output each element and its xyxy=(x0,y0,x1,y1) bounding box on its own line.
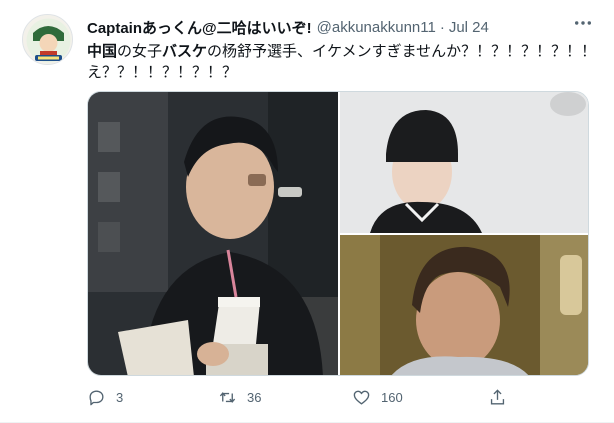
tweet-text-bold-1: 中国 xyxy=(87,43,118,60)
share-button[interactable] xyxy=(488,385,517,409)
author-handle[interactable]: @akkunakkunn11 xyxy=(317,19,436,36)
retweet-icon xyxy=(219,391,236,403)
like-count: 160 xyxy=(381,389,403,405)
tweet-text-bold-3: バスケ xyxy=(162,43,208,60)
photo-2-image xyxy=(340,92,588,233)
share-icon xyxy=(490,388,505,405)
more-icon xyxy=(574,21,592,25)
photo-1-image xyxy=(88,92,338,375)
photo-1[interactable] xyxy=(88,92,338,375)
tweet-card[interactable]: Captainあっくん@二哈はいいぞ! @akkunakkunn11 · Jul… xyxy=(0,0,614,423)
tweet-text: 中国の女子バスケの杨舒予選手、イケメンすぎませんか？！？！？！？！！え？？！！？… xyxy=(87,41,597,83)
more-options-button[interactable] xyxy=(569,13,597,33)
photo-3-image xyxy=(340,235,588,375)
tweet-timestamp[interactable]: Jul 24 xyxy=(449,19,489,36)
retweet-button[interactable]: 36 xyxy=(218,385,261,409)
reply-count: 3 xyxy=(116,389,124,405)
avatar-image xyxy=(23,15,72,64)
reply-icon xyxy=(89,389,104,405)
heart-icon xyxy=(353,390,370,405)
retweet-count: 36 xyxy=(247,389,262,405)
separator-dot: · xyxy=(439,18,445,36)
photo-2[interactable] xyxy=(340,92,588,233)
author-name[interactable]: Captainあっくん@二哈はいいぞ! xyxy=(87,17,312,38)
photo-3[interactable] xyxy=(340,235,588,375)
tweet-text-part-2: の女子 xyxy=(117,43,163,60)
tweet-header: Captainあっくん@二哈はいいぞ! @akkunakkunn11 · Jul… xyxy=(87,16,574,38)
tweet-actions: 3 36 160 xyxy=(87,385,527,409)
media-grid xyxy=(87,91,589,376)
avatar[interactable] xyxy=(22,14,73,65)
like-button[interactable]: 160 xyxy=(352,385,403,409)
reply-button[interactable]: 3 xyxy=(87,385,123,409)
